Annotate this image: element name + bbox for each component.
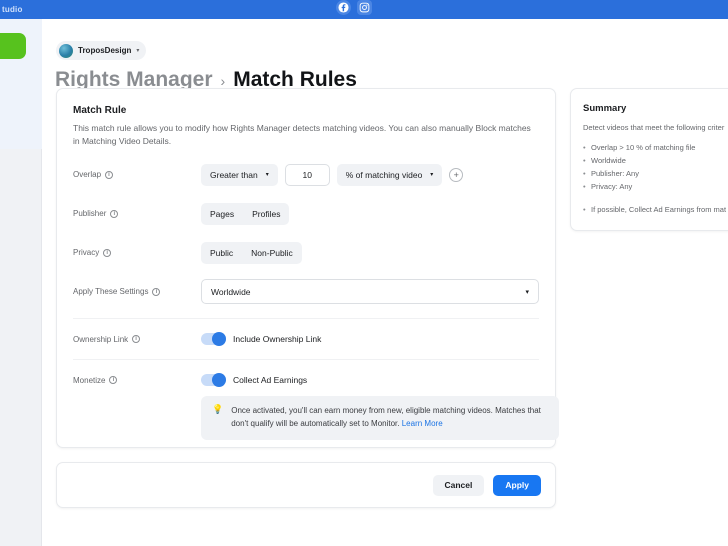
chevron-down-icon: ▾	[430, 172, 434, 179]
card-title: Match Rule	[73, 105, 127, 116]
overlap-operator-value: Greater than	[210, 169, 258, 180]
add-condition-button[interactable]: +	[449, 167, 464, 182]
apply-settings-controls: Worldwide ▾	[201, 279, 539, 305]
topbar-platform-icons	[336, 0, 372, 15]
overlap-controls: Greater than ▾ 10 % of matching video ▾ …	[201, 163, 539, 186]
chevron-down-icon: ▾	[265, 172, 269, 179]
app-root: tudio TroposDesign ▾ Rights Manager › Ma…	[0, 0, 728, 546]
info-icon[interactable]: i	[103, 248, 112, 257]
publisher-segmented-control: Pages Profiles	[201, 202, 290, 225]
summary-card: Summary Detect videos that meet the foll…	[570, 88, 728, 231]
info-icon[interactable]: i	[132, 335, 141, 344]
label-monetize-text: Monetize	[73, 375, 106, 385]
label-publisher-text: Publisher	[73, 209, 107, 219]
label-overlap: Overlap i	[73, 170, 201, 179]
overlap-unit-value: % of matching video	[345, 169, 423, 180]
ownership-link-controls: Include Ownership Link	[201, 332, 539, 347]
label-ownership-link: Ownership Link i	[73, 335, 201, 344]
overlap-value: 10	[302, 169, 312, 180]
overlap-unit-select[interactable]: % of matching video ▾	[336, 163, 443, 186]
publisher-controls: Pages Profiles	[201, 202, 539, 225]
label-monetize: Monetize i	[73, 376, 201, 385]
monetize-toggle-label: Collect Ad Earnings	[233, 375, 308, 386]
form-action-bar: Cancel Apply	[56, 462, 556, 508]
list-item: If possible, Collect Ad Earnings from ma…	[583, 203, 728, 216]
toggle-knob	[212, 332, 226, 347]
monetize-toggle-wrap[interactable]: Collect Ad Earnings	[201, 373, 308, 388]
row-overlap: Overlap i Greater than ▾ 10 % of matchin…	[73, 162, 539, 187]
region-select[interactable]: Worldwide ▾	[201, 279, 539, 305]
app-brand-label: tudio	[2, 5, 23, 14]
account-name: TroposDesign	[78, 46, 132, 55]
top-navigation-bar: tudio	[0, 0, 728, 19]
list-item: Publisher: Any	[583, 167, 728, 180]
list-item: Privacy: Any	[583, 180, 728, 193]
instagram-icon[interactable]	[357, 0, 372, 15]
account-switcher[interactable]: TroposDesign ▾	[56, 41, 147, 60]
info-icon[interactable]: i	[109, 376, 118, 385]
ownership-link-toggle-wrap[interactable]: Include Ownership Link	[201, 332, 322, 347]
privacy-option-public[interactable]: Public	[201, 242, 242, 264]
list-item: Overlap > 10 % of matching file	[583, 141, 728, 154]
privacy-controls: Public Non-Public	[201, 241, 539, 264]
row-ownership-link: Ownership Link i Include Ownership Link	[73, 318, 539, 347]
lightbulb-icon: 💡	[212, 404, 224, 415]
monetize-controls: Collect Ad Earnings	[201, 373, 539, 388]
main-content: TroposDesign ▾ Rights Manager › Match Ru…	[42, 19, 728, 546]
apply-button[interactable]: Apply	[493, 474, 541, 496]
list-item: Worldwide	[583, 154, 728, 167]
label-publisher: Publisher i	[73, 209, 201, 218]
region-select-value: Worldwide	[211, 286, 251, 297]
monetize-toggle[interactable]	[201, 373, 226, 388]
ownership-link-toggle-label: Include Ownership Link	[233, 334, 322, 345]
summary-description: Detect videos that meet the following cr…	[583, 123, 725, 132]
summary-criteria-list: Overlap > 10 % of matching file Worldwid…	[583, 141, 728, 194]
match-rule-card: Match Rule This match rule allows you to…	[56, 88, 559, 448]
chevron-down-icon: ▾	[136, 48, 140, 54]
overlap-operator-select[interactable]: Greater than ▾	[201, 163, 278, 186]
publisher-option-pages[interactable]: Pages	[201, 203, 243, 225]
privacy-option-non-public[interactable]: Non-Public	[242, 242, 302, 264]
label-privacy-text: Privacy	[73, 248, 100, 258]
publisher-option-profiles[interactable]: Profiles	[243, 203, 289, 225]
info-icon[interactable]: i	[152, 287, 161, 296]
label-apply-settings: Apply These Settings i	[73, 287, 201, 296]
callout-text-wrap: Once activated, you'll can earn money fr…	[231, 405, 548, 431]
card-description: This match rule allows you to modify how…	[73, 123, 531, 147]
avatar	[59, 43, 73, 58]
row-privacy: Privacy i Public Non-Public	[73, 240, 539, 265]
cancel-button[interactable]: Cancel	[432, 474, 485, 496]
chevron-down-icon: ▾	[525, 288, 529, 296]
facebook-icon[interactable]	[336, 0, 351, 15]
breadcrumb-separator-icon: ›	[220, 73, 226, 89]
label-apply-settings-text: Apply These Settings	[73, 287, 149, 297]
label-overlap-text: Overlap	[73, 170, 102, 180]
row-publisher: Publisher i Pages Profiles	[73, 201, 539, 226]
row-monetize: Monetize i Collect Ad Earnings	[73, 359, 539, 388]
callout-text: Once activated, you'll can earn money fr…	[231, 406, 541, 429]
privacy-segmented-control: Public Non-Public	[201, 241, 302, 264]
summary-title: Summary	[583, 103, 627, 114]
label-privacy: Privacy i	[73, 248, 201, 257]
summary-extra-list: If possible, Collect Ad Earnings from ma…	[583, 203, 728, 216]
info-icon[interactable]: i	[110, 209, 119, 218]
ownership-link-toggle[interactable]	[201, 332, 226, 347]
toggle-knob	[212, 373, 226, 388]
label-ownership-link-text: Ownership Link	[73, 334, 129, 344]
left-sidebar	[0, 19, 42, 546]
overlap-value-input[interactable]: 10	[284, 163, 330, 186]
row-apply-settings: Apply These Settings i Worldwide ▾	[73, 279, 539, 305]
monetize-info-callout: 💡 Once activated, you'll can earn money …	[201, 396, 559, 440]
info-icon[interactable]: i	[105, 170, 114, 179]
learn-more-link[interactable]: Learn More	[402, 419, 443, 428]
sidebar-green-button[interactable]	[0, 33, 26, 59]
